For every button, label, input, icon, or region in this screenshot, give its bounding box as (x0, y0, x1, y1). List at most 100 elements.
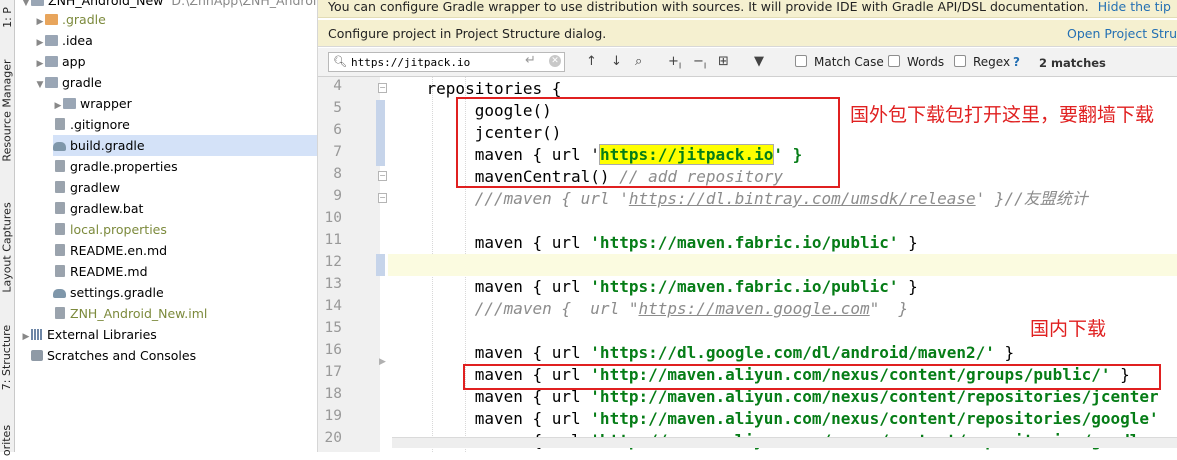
code-line-11: maven { url 'https://maven.fabric.io/pub… (474, 233, 918, 252)
tree-item-wrapper[interactable]: ▶ wrapper (53, 93, 132, 114)
add-occurrence-icon[interactable]: +I (668, 54, 681, 71)
fold-toggle-icon[interactable]: − (378, 83, 387, 93)
gradle-icon (53, 142, 66, 151)
folder-icon (31, 0, 44, 6)
line-number: 11 (324, 232, 342, 248)
gradle-wrapper-tip-banner: You can configure Gradle wrapper to use … (318, 0, 1177, 18)
wrapper-tip-text: You can configure Gradle wrapper to use … (328, 0, 1089, 14)
tree-item-external-libraries[interactable]: ▶ External Libraries (21, 324, 157, 345)
tree-item-scratches[interactable]: Scratches and Consoles (31, 345, 196, 366)
chevron-down-icon[interactable]: ▼ (35, 75, 45, 96)
search-icon[interactable]: 🔍︎ (333, 55, 347, 68)
line-number: 19 (324, 408, 342, 424)
tree-item-gradle-cache[interactable]: ▶ .gradle (35, 9, 106, 30)
words-checkbox[interactable] (888, 55, 900, 67)
project-tool-tab[interactable]: 1: P (0, 0, 14, 34)
open-project-structure-link[interactable]: Open Project Stru (1067, 26, 1177, 41)
horizontal-scrollbar[interactable] (392, 437, 1177, 448)
line-number: 18 (324, 386, 342, 402)
previous-occurrence-icon[interactable]: ↑ (586, 54, 597, 69)
tree-item-iml[interactable]: ZNH_Android_New.iml (53, 303, 207, 324)
code-line-13: maven { url 'https://maven.fabric.io/pub… (474, 277, 918, 296)
line-number: 15 (324, 320, 342, 336)
gradle-icon (53, 289, 66, 298)
file-icon (55, 265, 65, 277)
line-number: 12 (324, 254, 342, 270)
tree-item-gradle[interactable]: ▼ gradle (35, 72, 102, 93)
folder-icon (63, 98, 76, 109)
fold-arrow-icon[interactable]: ▶ (378, 358, 387, 368)
structure-tab[interactable]: 7: Structure (0, 322, 14, 392)
regex-label: Regex (973, 55, 1011, 69)
new-line-icon[interactable]: ↵ (525, 53, 536, 68)
line-number: 20 (324, 430, 342, 446)
tool-window-strip: 1: P Resource Manager Layout Captures 7:… (0, 0, 15, 456)
code-editor[interactable]: 4 5 6 7 8 9 10 11 12 13 14 15 16 17 18 1… (318, 77, 1177, 452)
match-count: 2 matches (1039, 56, 1106, 70)
fold-toggle-icon[interactable]: − (378, 171, 387, 181)
code-line-16: maven { url 'https://dl.google.com/dl/an… (474, 343, 1015, 362)
tree-item-local-properties[interactable]: local.properties (53, 219, 167, 240)
file-icon (55, 181, 65, 193)
words-label: Words (907, 55, 945, 69)
tree-item-readme[interactable]: README.md (53, 261, 148, 282)
line-number: 4 (333, 78, 342, 94)
code-line-12 (388, 254, 1177, 276)
file-icon (55, 202, 65, 214)
tree-item-build-gradle[interactable]: build.gradle (53, 135, 317, 156)
file-icon (55, 160, 65, 172)
line-number: 8 (333, 166, 342, 182)
layout-captures-tab[interactable]: Layout Captures (0, 195, 14, 300)
file-icon (55, 223, 65, 235)
library-icon (31, 329, 43, 340)
line-number: 17 (324, 364, 342, 380)
regex-checkbox[interactable] (954, 55, 966, 67)
tree-item-gradlew[interactable]: gradlew (53, 177, 120, 198)
tree-item-idea[interactable]: ▶ .idea (35, 30, 93, 51)
foreign-repos-highlight-box (456, 97, 840, 188)
chevron-right-icon[interactable]: ▶ (21, 327, 31, 348)
project-structure-banner: Configure project in Project Structure d… (318, 20, 1177, 47)
search-box: 🔍︎ ↵ ✕ (328, 52, 565, 72)
annotation-foreign-download: 国外包下载包打开这里，要翻墙下载 (850, 104, 1155, 126)
resource-manager-tab[interactable]: Resource Manager (0, 55, 14, 165)
tree-item-app[interactable]: ▶ app (35, 51, 86, 72)
folder-icon (45, 56, 58, 67)
domestic-repo-highlight-box (463, 364, 1161, 390)
regex-help-link[interactable]: ? (1013, 55, 1020, 69)
filter-icon[interactable]: ▼ (754, 54, 764, 69)
tree-item-gradle-properties[interactable]: gradle.properties (53, 156, 178, 177)
hide-tip-link[interactable]: Hide the tip (1098, 0, 1171, 14)
find-all-icon[interactable]: ⌕ (635, 54, 642, 69)
change-marker[interactable] (376, 254, 385, 276)
favorites-tab[interactable]: orites (0, 420, 14, 460)
tree-item-gradlew-bat[interactable]: gradlew.bat (53, 198, 143, 219)
file-icon (55, 307, 65, 319)
scratches-icon (31, 350, 43, 361)
tree-item-gitignore[interactable]: .gitignore (53, 114, 130, 135)
line-number: 16 (324, 342, 342, 358)
search-input[interactable] (351, 54, 519, 70)
code-line-19: maven { url 'http://maven.aliyun.com/nex… (474, 409, 1159, 428)
clear-search-icon[interactable]: ✕ (549, 55, 561, 67)
line-number: 10 (324, 210, 342, 226)
remove-occurrence-icon[interactable]: −I (693, 54, 706, 71)
code-line-9: ///maven { url 'https://dl.bintray.com/u… (474, 189, 1088, 208)
match-case-checkbox[interactable] (795, 55, 807, 67)
chevron-down-icon[interactable]: ▼ (21, 0, 31, 14)
tree-item-settings-gradle[interactable]: settings.gradle (53, 282, 164, 303)
line-number: 9 (333, 188, 342, 204)
line-number: 5 (333, 100, 342, 116)
file-icon (55, 244, 65, 256)
annotation-domestic-download: 国内下载 (1030, 318, 1107, 340)
line-number: 14 (324, 298, 342, 314)
next-occurrence-icon[interactable]: ↓ (611, 54, 622, 69)
line-number: 6 (333, 122, 342, 138)
fold-toggle-icon[interactable]: − (378, 193, 387, 203)
folder-icon (45, 14, 58, 25)
find-toolbar: 🔍︎ ↵ ✕ ↑ ↓ ⌕ +I −I ⊞ ▼ Match Case Words … (318, 48, 1177, 77)
select-all-occurrences-icon[interactable]: ⊞ (718, 54, 729, 69)
line-number: 13 (324, 276, 342, 292)
tree-item-readme-en[interactable]: README.en.md (53, 240, 167, 261)
change-marker[interactable] (376, 100, 385, 166)
